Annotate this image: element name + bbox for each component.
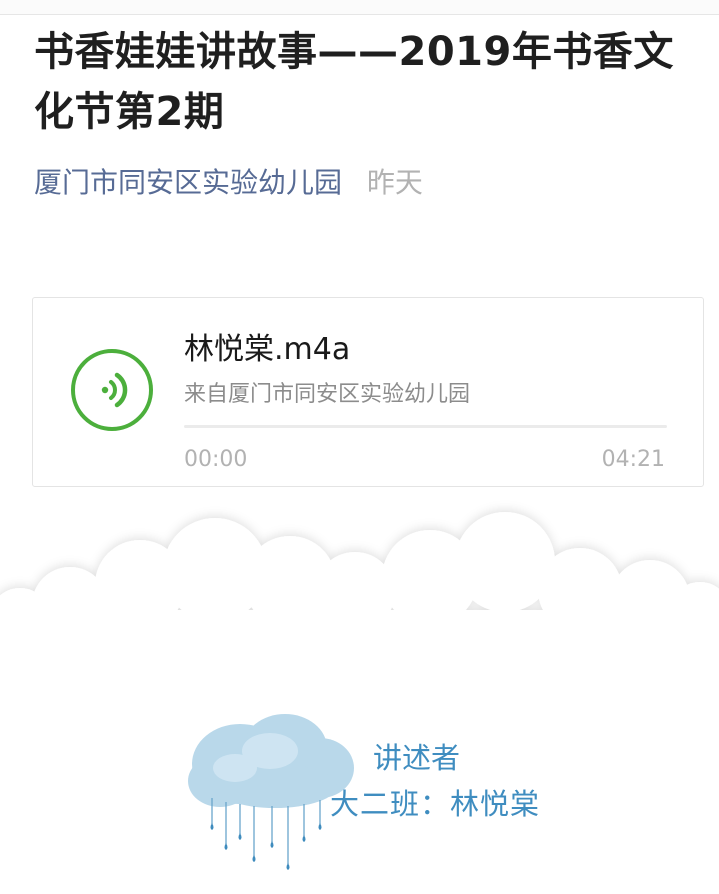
audio-source: 来自厦门市同安区实验幼儿园	[184, 382, 471, 407]
audio-play-button[interactable]	[71, 349, 153, 431]
article-title: 书香娃娃讲故事——2019年书香文化节第2期	[34, 29, 674, 135]
audio-total-time: 04:21	[601, 447, 665, 472]
top-divider	[0, 0, 719, 15]
audio-file-name: 林悦棠.m4a	[184, 332, 351, 367]
publish-date: 昨天	[366, 166, 423, 199]
audio-player-card[interactable]: 林悦棠.m4a 来自厦门市同安区实验幼儿园 00:00 04:21	[32, 297, 704, 487]
audio-progress-bar[interactable]	[184, 425, 667, 428]
account-name-link[interactable]: 厦门市同安区实验幼儿园	[34, 166, 342, 199]
narrator-name: 大二班：林悦棠	[330, 787, 541, 821]
article-meta: 厦门市同安区实验幼儿园 昨天	[34, 163, 423, 203]
audio-current-time: 00:00	[184, 447, 248, 472]
audio-wave-icon	[101, 372, 128, 408]
cloud-border-decoration	[0, 512, 719, 640]
narrator-label: 讲述者	[373, 741, 461, 775]
